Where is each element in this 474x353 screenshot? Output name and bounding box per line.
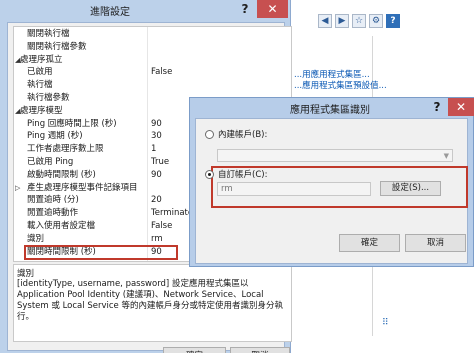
property-name: Ping 回應時間上限 (秒) — [27, 118, 117, 129]
dialog-help-button[interactable]: ? — [427, 98, 447, 116]
gear-icon[interactable]: ⚙ — [369, 14, 383, 28]
help-button[interactable]: ? — [234, 0, 256, 18]
back-icon[interactable]: ◀ — [318, 14, 332, 28]
property-name: 已啟用 Ping — [27, 157, 74, 167]
set-button[interactable]: 設定(S)... — [380, 181, 441, 196]
property-value[interactable]: 90 — [151, 170, 162, 181]
property-name: 執行檔 — [27, 80, 53, 91]
property-name: 執行檔參數 — [27, 93, 70, 103]
property-name: 處理序模型 — [20, 105, 63, 116]
cancel-button[interactable]: 取消 — [230, 347, 290, 353]
property-value[interactable]: rm — [151, 234, 163, 245]
property-name: 載入使用者設定檔 — [27, 221, 96, 231]
action-link[interactable]: ...用應用程式集區... — [294, 70, 474, 81]
star-icon[interactable]: ☆ — [352, 14, 366, 28]
description-panel: 識別 [identityType, username, password] 設定… — [13, 264, 292, 342]
property-row[interactable]: 關閉執行檔 — [14, 29, 291, 40]
dialog-client: 內建帳戶(B): ▼ 自訂帳戶(C): rm 設定(S)... 確定 取消 — [195, 118, 468, 264]
property-name: 產生處理序模型事件記錄項目 — [27, 182, 138, 193]
action-link[interactable]: ...應用程式集區預設值... — [294, 81, 474, 92]
close-button[interactable]: ✕ — [257, 0, 288, 18]
property-value[interactable]: 90 — [151, 119, 162, 130]
property-value[interactable]: 20 — [151, 195, 162, 206]
builtin-account-label: 內建帳戶(B): — [218, 130, 268, 140]
builtin-account-select[interactable]: ▼ — [217, 149, 453, 162]
radio-button[interactable] — [205, 130, 214, 139]
property-name: 已啟用 — [27, 67, 53, 78]
property-value[interactable]: True — [151, 157, 169, 168]
property-value[interactable]: 1 — [151, 144, 156, 155]
custom-account-field[interactable]: rm — [217, 182, 371, 196]
property-name: 閒置逾時 (分) — [27, 195, 79, 206]
forward-icon[interactable]: ▶ — [335, 14, 349, 28]
radio-button-selected[interactable] — [205, 170, 214, 179]
property-name: 關閉執行檔參數 — [27, 41, 87, 52]
dialog-title: 應用程式集區識別 — [290, 105, 370, 116]
dialog-ok-button[interactable]: 確定 — [339, 234, 400, 252]
bg-toolbar: ◀ ▶ ☆ ⚙ ? — [318, 14, 400, 32]
property-row[interactable]: 已啟用 False — [14, 67, 291, 78]
property-name: 關閉執行檔 — [27, 29, 70, 39]
actions-pane: ...用應用程式集區... ...應用程式集區預設值... — [294, 70, 474, 92]
property-name: 識別 — [27, 233, 45, 244]
description-text: [identityType, username, password] 設定應用程… — [17, 279, 283, 322]
description-title: 識別 — [17, 269, 35, 279]
property-row[interactable]: 執行檔 — [14, 80, 291, 91]
dialog-close-button[interactable]: ✕ — [448, 98, 474, 116]
resize-grip-icon: ⠿ — [382, 318, 389, 328]
app-pool-identity-dialog: 應用程式集區識別 ? ✕ 內建帳戶(B): ▼ 自訂帳戶(C): rm 設定(S… — [189, 97, 474, 267]
property-row[interactable]: 關閉執行檔參數 — [14, 41, 291, 53]
ok-button[interactable]: 確定 — [163, 347, 226, 353]
property-name: 閒置逾時動作 — [27, 208, 79, 219]
advanced-settings-titlebar[interactable]: 進階設定 ? ✕ — [0, 0, 291, 19]
window-title: 進階設定 — [90, 7, 130, 18]
property-value[interactable]: False — [151, 221, 172, 232]
expand-toggle-icon[interactable]: ▷ — [15, 183, 20, 194]
dialog-cancel-button[interactable]: 取消 — [405, 234, 466, 252]
property-name: Ping 週期 (秒) — [27, 131, 83, 142]
property-name: 工作者處理序數上限 — [27, 144, 104, 155]
identity-row-highlight — [24, 245, 178, 260]
property-category[interactable]: ◢ 處理序孤立 — [14, 54, 291, 66]
chevron-down-icon: ▼ — [443, 152, 449, 160]
property-name: 啟動時間限制 (秒) — [27, 169, 96, 180]
property-value[interactable]: Terminate — [151, 208, 193, 219]
help-icon[interactable]: ? — [386, 14, 400, 28]
property-value[interactable]: False — [151, 67, 172, 78]
property-name: 處理序孤立 — [20, 54, 63, 65]
custom-account-label: 自訂帳戶(C): — [218, 170, 268, 180]
property-value[interactable]: 30 — [151, 131, 162, 142]
